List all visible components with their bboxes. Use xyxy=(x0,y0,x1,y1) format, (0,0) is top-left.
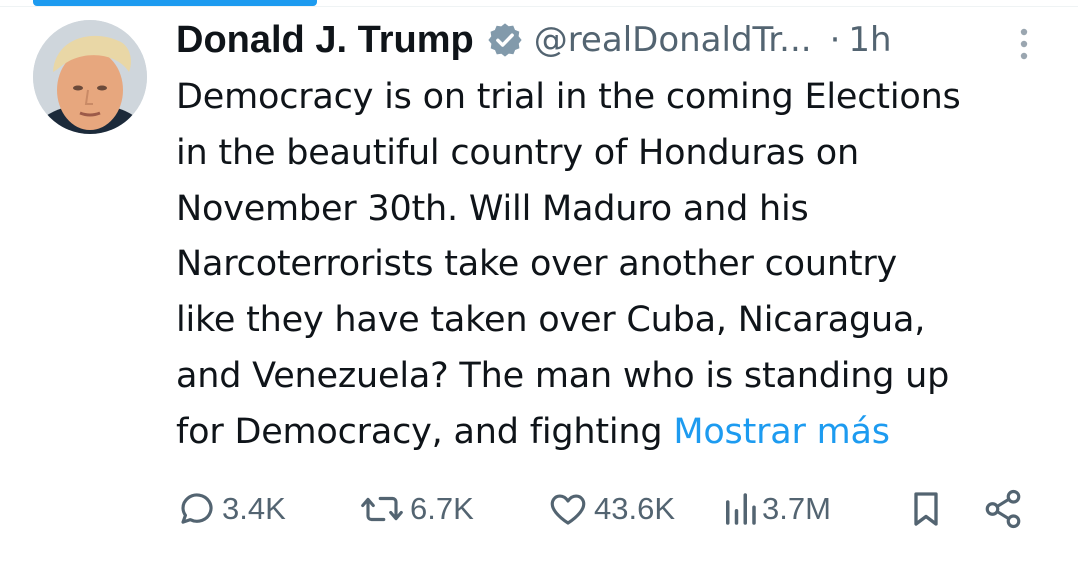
verified-badge-icon xyxy=(486,21,524,59)
action-bar: 3.4K 6.7K 43.6K 3.7M xyxy=(0,484,1078,534)
divider xyxy=(0,6,1078,7)
tweet-text: Democracy is on trial in the coming Elec… xyxy=(176,70,1056,461)
like-count: 43.6K xyxy=(594,491,676,526)
views-count: 3.7M xyxy=(762,491,831,526)
like-button[interactable]: 43.6K xyxy=(546,484,675,534)
tweet-header: Donald J. Trump @realDonaldTr... · 1h xyxy=(176,14,1036,66)
repost-button[interactable]: 6.7K xyxy=(358,484,474,534)
views-bar-chart-icon xyxy=(722,488,758,530)
repost-icon xyxy=(358,488,406,530)
bookmark-button[interactable] xyxy=(906,484,946,534)
author-handle[interactable]: @realDonaldTr... xyxy=(534,20,812,60)
reply-icon xyxy=(176,488,218,530)
tweet-line: November 30th. Will Maduro and his xyxy=(176,188,809,229)
views-button[interactable]: 3.7M xyxy=(722,484,831,534)
tweet-line: Narcoterrorists take over another countr… xyxy=(176,244,898,285)
repost-count: 6.7K xyxy=(410,491,474,526)
reply-count: 3.4K xyxy=(222,491,286,526)
tweet-line: like they have taken over Cuba, Nicaragu… xyxy=(176,300,926,341)
show-more-link[interactable]: Mostrar más xyxy=(673,412,890,452)
tweet-line: for Democracy, and fighting xyxy=(176,411,674,452)
more-vertical-icon[interactable] xyxy=(1010,24,1038,64)
meta-separator: · xyxy=(829,20,841,60)
tweet-last-line: for Democracy, and fighting Mostrar más xyxy=(176,405,1056,461)
tweet-card: Donald J. Trump @realDonaldTr... · 1h De… xyxy=(0,0,1078,564)
author-display-name[interactable]: Donald J. Trump xyxy=(176,19,474,62)
tweet-line: in the beautiful country of Honduras on xyxy=(176,132,859,173)
tweet-line: and Venezuela? The man who is standing u… xyxy=(176,355,950,396)
heart-icon xyxy=(546,488,590,530)
avatar-portrait xyxy=(33,20,147,134)
bookmark-icon xyxy=(906,488,946,530)
share-button[interactable] xyxy=(982,484,1024,534)
tweet-line: Democracy is on trial in the coming Elec… xyxy=(176,77,961,117)
avatar[interactable] xyxy=(33,20,147,134)
timestamp[interactable]: 1h xyxy=(848,20,891,60)
reply-button[interactable]: 3.4K xyxy=(176,484,286,534)
share-icon xyxy=(982,488,1024,530)
